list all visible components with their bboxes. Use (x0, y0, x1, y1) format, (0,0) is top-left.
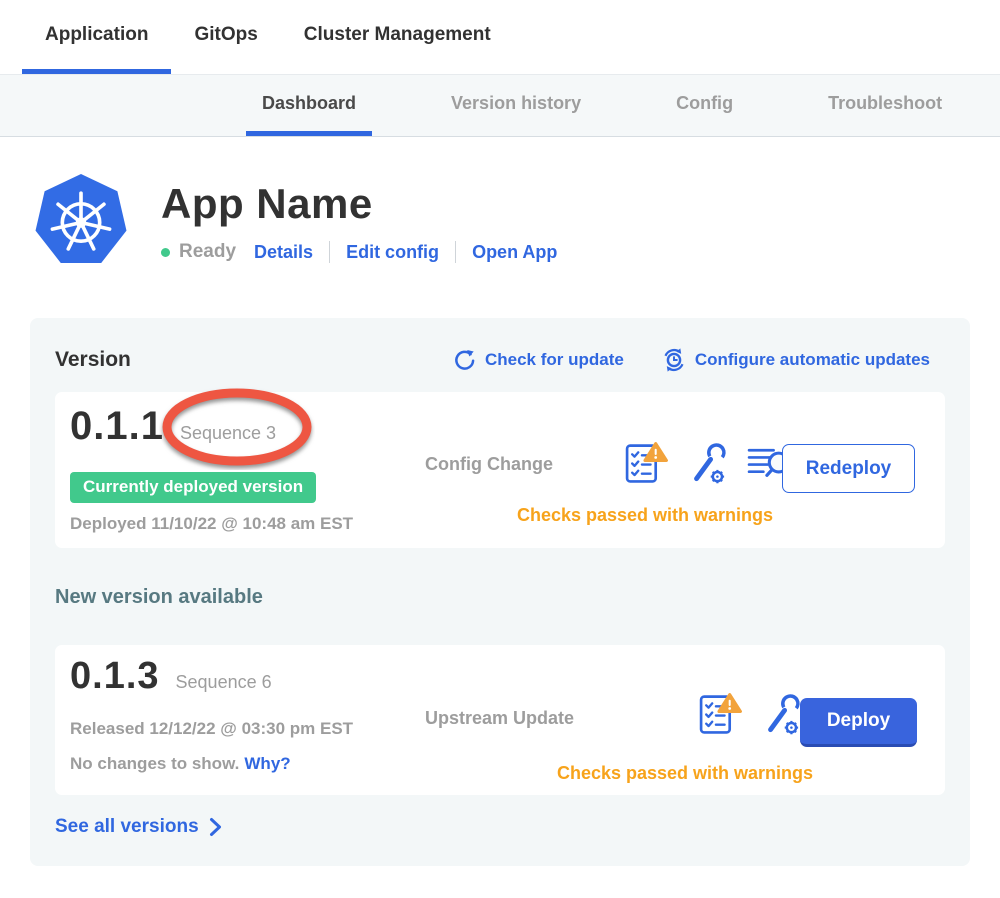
tab-gitops-label: GitOps (194, 24, 257, 46)
secondary-nav: Dashboard Version history Config Trouble… (0, 74, 1000, 137)
primary-nav: Application GitOps Cluster Management (0, 0, 1000, 74)
new-version-sequence: Sequence 6 (176, 672, 272, 693)
tab-troubleshoot-label: Troubleshoot (828, 93, 942, 114)
new-checks-status[interactable]: Checks passed with warnings (525, 763, 845, 784)
tab-config[interactable]: Config (660, 75, 749, 136)
page-title: App Name (161, 180, 557, 228)
kubernetes-logo-icon (35, 172, 127, 268)
tab-gitops[interactable]: GitOps (171, 0, 280, 74)
divider (455, 241, 456, 263)
why-link[interactable]: Why? (244, 754, 290, 773)
current-version-line: 0.1.1 Sequence 3 (70, 404, 276, 449)
version-source-label: Config Change (425, 454, 553, 475)
tab-application[interactable]: Application (22, 0, 171, 74)
new-version-card: 0.1.3 Sequence 6 Released 12/12/22 @ 03:… (55, 645, 945, 795)
tab-application-label: Application (45, 24, 148, 46)
version-panel-actions: Check for update Configure automatic upd… (453, 348, 930, 372)
chevron-right-icon (209, 817, 222, 837)
tab-dashboard[interactable]: Dashboard (246, 75, 372, 136)
check-for-update-button[interactable]: Check for update (453, 349, 624, 372)
configure-automatic-updates-label: Configure automatic updates (695, 350, 930, 370)
refresh-icon (453, 349, 476, 372)
current-version-card: 0.1.1 Sequence 3 Currently deployed vers… (55, 392, 945, 548)
tab-version-history[interactable]: Version history (435, 75, 597, 136)
divider (329, 241, 330, 263)
current-version-check-icons (623, 440, 793, 491)
current-version-number: 0.1.1 (70, 404, 164, 449)
released-timestamp: Released 12/12/22 @ 03:30 pm EST (70, 719, 353, 739)
preflight-checks-icon[interactable] (697, 691, 744, 742)
configure-automatic-updates-button[interactable]: Configure automatic updates (662, 348, 930, 372)
open-app-link[interactable]: Open App (472, 242, 557, 263)
diff-summary: No changes to show. Why? (70, 754, 291, 774)
config-wrench-icon[interactable] (761, 691, 803, 742)
check-for-update-label: Check for update (485, 350, 624, 370)
new-version-number: 0.1.3 (70, 655, 160, 698)
schedule-update-icon (662, 348, 686, 372)
new-version-heading: New version available (55, 586, 263, 609)
app-status-row: Ready Details Edit config Open App (161, 241, 557, 263)
tab-cluster-management[interactable]: Cluster Management (281, 0, 514, 74)
status-badge: Ready (179, 241, 236, 263)
currently-deployed-badge: Currently deployed version (70, 472, 316, 503)
tab-version-history-label: Version history (451, 93, 581, 114)
deploy-button[interactable]: Deploy (800, 698, 917, 747)
version-panel-header: Version Check for update (55, 348, 930, 372)
see-all-versions-link[interactable]: See all versions (55, 816, 222, 838)
redeploy-button[interactable]: Redeploy (782, 444, 915, 493)
deployed-timestamp: Deployed 11/10/22 @ 10:48 am EST (70, 514, 353, 534)
current-checks-status[interactable]: Checks passed with warnings (455, 505, 835, 526)
config-wrench-icon[interactable] (687, 440, 729, 491)
status-dot-icon (161, 248, 170, 257)
details-link[interactable]: Details (254, 242, 313, 263)
new-version-line: 0.1.3 Sequence 6 (70, 655, 272, 698)
preflight-checks-icon[interactable] (623, 440, 670, 491)
page: Application GitOps Cluster Management Da… (0, 0, 1000, 898)
see-all-versions-label: See all versions (55, 816, 199, 838)
tab-config-label: Config (676, 93, 733, 114)
version-panel-title: Version (55, 348, 131, 372)
tab-dashboard-label: Dashboard (262, 93, 356, 114)
current-version-sequence: Sequence 3 (180, 423, 276, 444)
version-panel: Version Check for update (30, 318, 970, 866)
edit-config-link[interactable]: Edit config (346, 242, 439, 263)
tab-troubleshoot[interactable]: Troubleshoot (812, 75, 958, 136)
version-source-label: Upstream Update (425, 708, 574, 729)
diff-summary-text: No changes to show. (70, 754, 239, 773)
new-version-check-icons (697, 691, 803, 742)
tab-cluster-management-label: Cluster Management (304, 24, 491, 46)
app-header: App Name Ready Details Edit config Open … (35, 172, 557, 268)
